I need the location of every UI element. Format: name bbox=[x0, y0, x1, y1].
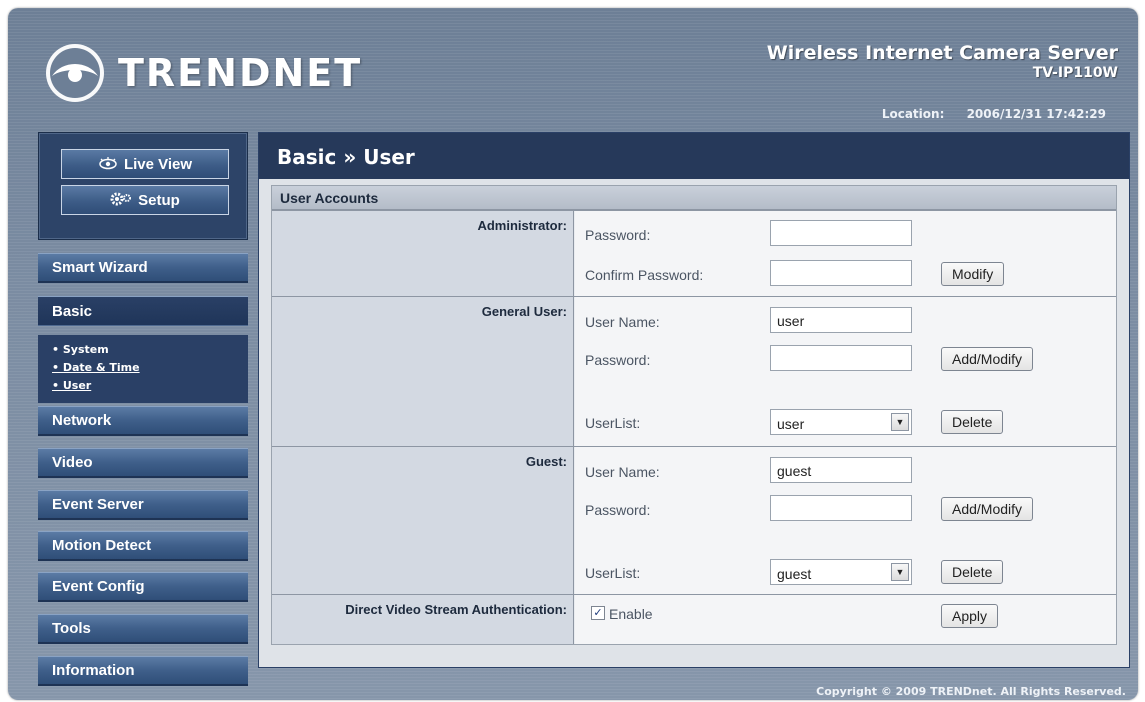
product-name: Wireless Internet Camera Server bbox=[766, 42, 1118, 64]
general-add-modify-button[interactable]: Add/Modify bbox=[941, 347, 1034, 371]
gear-icon bbox=[110, 191, 132, 210]
guest-userlist-value: guest bbox=[777, 566, 812, 582]
guest-username-input[interactable]: guest bbox=[770, 457, 912, 483]
direct-video-stream-auth-fields: ✓ Enable Apply bbox=[575, 595, 1116, 644]
location-label: Location: bbox=[881, 107, 945, 121]
submenu-user[interactable]: • User bbox=[52, 377, 248, 395]
nav-label: Motion Detect bbox=[52, 537, 152, 554]
general-password-input[interactable] bbox=[770, 345, 912, 371]
trendnet-logo-icon bbox=[46, 44, 104, 102]
general-user-fields: User Name: user Password: Add/Modify Use… bbox=[575, 297, 1116, 446]
setup-label: Setup bbox=[138, 191, 180, 209]
nav-label: Basic bbox=[52, 302, 93, 320]
chevron-down-icon[interactable]: ▼ bbox=[891, 563, 909, 581]
main-content: Basic » User User Accounts Administrator… bbox=[258, 132, 1130, 668]
general-user-label: General User: bbox=[272, 297, 574, 446]
guest-userlist-select[interactable]: guest ▼ bbox=[770, 559, 912, 585]
guest-label: Guest: bbox=[272, 447, 574, 594]
guest-delete-button[interactable]: Delete bbox=[941, 560, 1004, 584]
nav-label: Information bbox=[52, 662, 135, 679]
admin-modify-button[interactable]: Modify bbox=[941, 262, 1005, 286]
direct-video-stream-auth-label: Direct Video Stream Authentication: bbox=[272, 595, 574, 644]
general-delete-button[interactable]: Delete bbox=[941, 410, 1004, 434]
direct-video-stream-auth-row: Direct Video Stream Authentication: ✓ En… bbox=[272, 594, 1116, 644]
live-view-button[interactable]: Live View bbox=[61, 149, 229, 179]
nav-label: Network bbox=[52, 412, 112, 429]
view-mode-panel: Live View Setup bbox=[38, 132, 248, 240]
enable-checkbox[interactable]: ✓ bbox=[591, 606, 605, 620]
general-password-label: Password: bbox=[585, 352, 651, 368]
nav-event-config[interactable]: Event Config bbox=[38, 572, 248, 602]
location-datetime: 2006/12/31 17:42:29 bbox=[966, 107, 1106, 121]
admin-password-input[interactable] bbox=[770, 220, 912, 246]
basic-submenu: • System • Date & Time • User bbox=[38, 335, 248, 403]
location-bar: Location: 2006/12/31 17:42:29 bbox=[882, 107, 1106, 121]
apply-button[interactable]: Apply bbox=[941, 604, 999, 628]
nav-label: Event Config bbox=[52, 578, 145, 595]
guest-add-modify-button[interactable]: Add/Modify bbox=[941, 497, 1034, 521]
enable-label: Enable bbox=[609, 606, 653, 622]
general-user-row: General User: User Name: user Password: … bbox=[272, 296, 1116, 446]
general-userlist-label: UserList: bbox=[585, 415, 641, 431]
administrator-row: Administrator: Password: Confirm Passwor… bbox=[272, 210, 1116, 296]
brand-name: TRENDNET bbox=[118, 51, 363, 95]
general-userlist-select[interactable]: user ▼ bbox=[770, 409, 912, 435]
general-userlist-value: user bbox=[777, 416, 805, 432]
guest-row: Guest: User Name: guest Password: Add/Mo… bbox=[272, 446, 1116, 594]
nav-network[interactable]: Network bbox=[38, 406, 248, 436]
nav-video[interactable]: Video bbox=[38, 448, 248, 478]
nav-label: Event Server bbox=[52, 496, 144, 513]
general-username-input[interactable]: user bbox=[770, 307, 912, 333]
admin-confirm-password-label: Confirm Password: bbox=[585, 267, 704, 283]
live-view-label: Live View bbox=[123, 155, 193, 173]
administrator-label: Administrator: bbox=[272, 211, 574, 296]
setup-button[interactable]: Setup bbox=[61, 185, 229, 215]
chevron-down-icon[interactable]: ▼ bbox=[891, 413, 909, 431]
submenu-date-time[interactable]: • Date & Time bbox=[52, 359, 248, 377]
trendnet-logo: TRENDNET bbox=[44, 42, 362, 104]
user-accounts-panel: User Accounts Administrator: Password: C… bbox=[271, 185, 1117, 645]
nav-tools[interactable]: Tools bbox=[38, 614, 248, 644]
submenu-system[interactable]: • System bbox=[52, 341, 248, 359]
nav-smart-wizard[interactable]: Smart Wizard bbox=[38, 253, 248, 283]
guest-username-label: User Name: bbox=[585, 464, 660, 480]
guest-password-input[interactable] bbox=[770, 495, 912, 521]
nav-information[interactable]: Information bbox=[38, 656, 248, 686]
nav-basic[interactable]: Basic bbox=[38, 296, 248, 326]
admin-confirm-password-input[interactable] bbox=[770, 260, 912, 286]
nav-event-server[interactable]: Event Server bbox=[38, 490, 248, 520]
copyright-text: Copyright © 2009 TRENDnet. All Rights Re… bbox=[816, 685, 1126, 698]
nav-motion-detect[interactable]: Motion Detect bbox=[38, 531, 248, 561]
administrator-fields: Password: Confirm Password: Modify bbox=[575, 211, 1116, 296]
app-frame: TRENDNET Wireless Internet Camera Server… bbox=[8, 8, 1138, 700]
product-model: TV-IP110W bbox=[1032, 65, 1118, 81]
eye-icon bbox=[98, 156, 118, 173]
guest-userlist-label: UserList: bbox=[585, 565, 641, 581]
nav-label: Tools bbox=[52, 620, 91, 637]
admin-password-label: Password: bbox=[585, 227, 651, 243]
guest-fields: User Name: guest Password: Add/Modify Us… bbox=[575, 447, 1116, 594]
nav-label: Video bbox=[52, 454, 93, 471]
nav-label: Smart Wizard bbox=[52, 259, 148, 276]
guest-password-label: Password: bbox=[585, 502, 651, 518]
general-username-label: User Name: bbox=[585, 314, 660, 330]
section-title: User Accounts bbox=[272, 186, 1116, 210]
product-title: Wireless Internet Camera Server TV-IP110… bbox=[767, 42, 1118, 81]
page-title: Basic » User bbox=[259, 133, 1129, 179]
